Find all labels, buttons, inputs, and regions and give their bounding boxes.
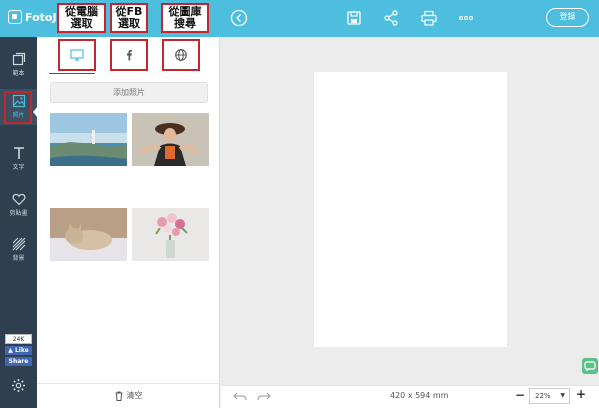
thumbs-up-icon: ▲ — [8, 347, 13, 354]
rail-item-text[interactable]: 文字 — [0, 141, 37, 177]
rail-label: 剪貼畫 — [9, 210, 28, 217]
fotojet-logo-icon — [8, 10, 22, 24]
photo-panel: 添加照片 清空 — [37, 37, 220, 408]
tab-from-library[interactable] — [162, 39, 200, 71]
print-icon[interactable] — [420, 9, 438, 27]
rail-item-background[interactable]: 背景 — [0, 232, 37, 268]
text-icon — [13, 147, 24, 159]
zoom-value: 22% — [535, 392, 551, 400]
photo-thumbnail-kitten[interactable] — [50, 208, 127, 261]
zoom-select[interactable]: 22% ▼ — [529, 388, 570, 404]
clear-button[interactable]: 清空 — [37, 383, 220, 408]
fb-like-label: Like — [14, 347, 29, 354]
tab-from-computer[interactable] — [58, 39, 96, 71]
redo-icon[interactable] — [257, 390, 271, 402]
templates-icon — [12, 52, 25, 66]
highlight-box — [4, 91, 32, 124]
login-button[interactable]: 登錄 — [546, 8, 589, 27]
fb-like-button[interactable]: ▲ Like — [5, 346, 32, 355]
left-rail: 範本 照片 文字 剪貼畫 背景 24K ▲ Like Share — [0, 37, 38, 408]
trash-icon — [115, 391, 122, 401]
gear-icon[interactable] — [11, 378, 26, 393]
tab-from-facebook[interactable] — [110, 39, 148, 71]
callout-from-computer: 從電腦 選取 — [57, 3, 106, 33]
facebook-icon — [127, 50, 132, 61]
design-canvas[interactable] — [314, 72, 507, 347]
canvas-size-label: 420 x 594 mm — [390, 391, 449, 400]
callout-line-2: 選取 — [70, 17, 93, 30]
rail-label: 範本 — [12, 70, 25, 77]
callout-line-2: 搜尋 — [174, 17, 196, 30]
clear-label: 清空 — [126, 391, 143, 400]
photo-thumbnail-lighthouse[interactable] — [50, 113, 127, 166]
chevron-down-icon: ▼ — [560, 392, 565, 399]
app-logo[interactable]: FotoJ — [8, 10, 57, 24]
share-icon[interactable] — [382, 9, 400, 27]
rail-item-photos[interactable]: 照片 — [0, 89, 37, 125]
heart-icon — [12, 193, 25, 206]
rail-label: 文字 — [12, 164, 25, 171]
photo-thumbnail-flowers[interactable] — [132, 208, 209, 261]
callout-line-2: 選取 — [118, 17, 140, 30]
fb-share-button[interactable]: Share — [5, 357, 32, 366]
rail-item-templates[interactable]: 範本 — [0, 47, 37, 83]
background-pattern-icon — [12, 237, 25, 251]
zoom-in-button[interactable]: + — [576, 387, 586, 401]
callout-from-fb: 從FB 選取 — [110, 3, 148, 33]
fb-like-count: 24K — [5, 334, 32, 344]
more-icon[interactable] — [457, 9, 475, 27]
photo-thumbnail-woman-hat[interactable] — [132, 113, 209, 166]
undo-icon[interactable] — [233, 390, 247, 402]
back-icon[interactable] — [230, 9, 248, 27]
facebook-widget: 24K ▲ Like Share — [5, 334, 32, 366]
globe-icon — [175, 49, 187, 61]
logo-text: FotoJ — [25, 10, 57, 24]
rail-item-clipart[interactable]: 剪貼畫 — [0, 187, 37, 223]
chat-icon — [584, 361, 596, 372]
save-icon[interactable] — [345, 9, 363, 27]
add-photo-button[interactable]: 添加照片 — [50, 82, 208, 103]
monitor-icon — [70, 49, 84, 61]
rail-label: 背景 — [12, 255, 25, 262]
callout-from-library: 從圖庫 搜尋 — [161, 3, 209, 33]
active-tab-underline — [49, 73, 95, 74]
chat-button[interactable] — [582, 358, 598, 374]
zoom-out-button[interactable]: − — [515, 388, 525, 402]
